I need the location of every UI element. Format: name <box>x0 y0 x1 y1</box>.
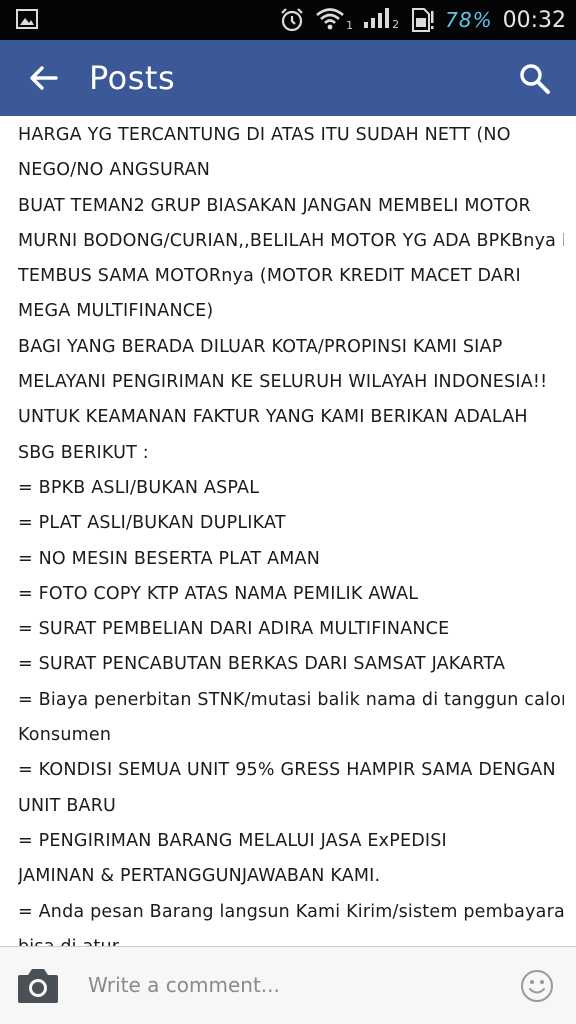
post-line: MURNI BODONG/CURIAN,,BELILAH MOTOR YG AD… <box>18 230 564 251</box>
wifi-icon <box>315 6 345 34</box>
arrow-left-icon[interactable] <box>26 60 62 96</box>
image-icon <box>16 9 38 29</box>
post-line: = Biaya penerbitan STNK/mutasi balik nam… <box>18 689 564 710</box>
comment-input[interactable] <box>88 967 488 1003</box>
post-line: bisa di atur <box>18 930 564 946</box>
post-line: = PENGIRIMAN BARANG MELALUI JASA ExPEDIS… <box>18 830 447 851</box>
post-line: = KONDISI SEMUA UNIT 95% GRESS HAMPIR SA… <box>18 760 556 781</box>
post-line: TEMBUS SAMA MOTORnya (MOTOR KREDIT MACET… <box>18 266 521 287</box>
post-line: = PLAT ASLI/BUKAN DUPLIKAT <box>18 513 286 534</box>
post-line: = FOTO COPY KTP ATAS NAMA PEMILIK AWAL <box>18 583 419 604</box>
post-line: UNIT BARU <box>18 795 117 816</box>
signal-icon <box>363 7 391 33</box>
status-bar: 1 2 78% 00:32 <box>0 0 576 40</box>
search-icon[interactable] <box>518 62 552 96</box>
post-line: UNTUK KEAMANAN FAKTUR YANG KAMI BERIKAN … <box>18 407 528 428</box>
sim1-label: 1 <box>346 19 354 32</box>
post-body: HARGA YG TERCANTUNG DI ATAS ITU SUDAH NE… <box>18 118 564 946</box>
sim2-label: 2 <box>392 18 400 31</box>
post-line: = NO MESIN BESERTA PLAT AMAN <box>18 548 321 569</box>
post-content[interactable]: HARGA YG TERCANTUNG DI ATAS ITU SUDAH NE… <box>0 116 576 946</box>
post-line: = SURAT PENCABUTAN BERKAS DARI SAMSAT JA… <box>18 654 506 675</box>
post-line: Konsumen <box>18 725 112 746</box>
battery-percent: 78% <box>445 8 493 32</box>
sim-card-icon <box>409 7 435 33</box>
post-line: BUAT TEMAN2 GRUP BIASAKAN JANGAN MEMBELI… <box>18 195 531 216</box>
post-line: = BPKB ASLI/BUKAN ASPAL <box>18 477 260 498</box>
post-line: JAMINAN & PERTANGGUNJAWABAN KAMI. <box>18 866 381 887</box>
post-line: MELAYANI PENGIRIMAN KE SELURUH WILAYAH I… <box>18 372 548 393</box>
clock: 00:32 <box>502 7 566 33</box>
signal-strength: 2 <box>363 7 399 33</box>
post-line: = Anda pesan Barang langsun Kami Kirim/s… <box>18 901 564 922</box>
post-line: NEGO/NO ANGSURAN <box>18 160 211 181</box>
page-title: Posts <box>89 59 176 97</box>
post-line: BAGI YANG BERADA DILUAR KOTA/PROPINSI KA… <box>18 336 503 357</box>
post-line: HARGA YG TERCANTUNG DI ATAS ITU SUDAH NE… <box>18 125 511 145</box>
comment-bar <box>0 947 576 1024</box>
app-bar: Posts <box>0 40 576 116</box>
post-line: = SURAT PEMBELIAN DARI ADIRA MULTIFINANC… <box>18 619 450 640</box>
alarm-icon <box>279 7 305 33</box>
wifi-signal: 1 <box>315 6 353 34</box>
post-line: MEGA MULTIFINANCE) <box>18 301 214 322</box>
smiley-icon[interactable] <box>520 969 554 1003</box>
post-line: SBG BERIKUT : <box>18 442 149 463</box>
camera-icon[interactable] <box>16 965 60 1005</box>
